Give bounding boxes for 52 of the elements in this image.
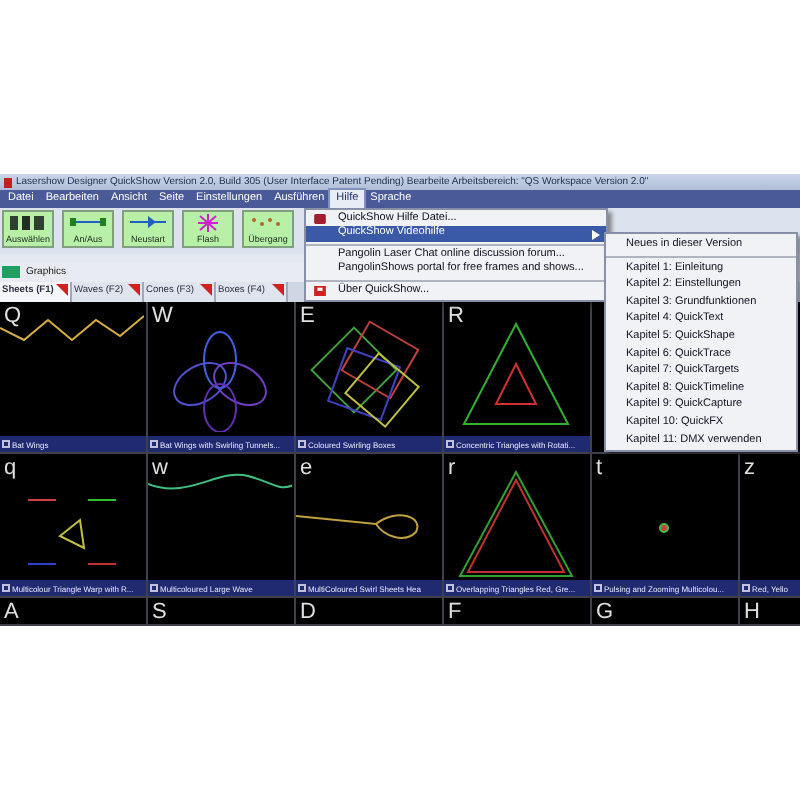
cue-key: A: [0, 602, 19, 624]
laser-triangle-warp-drawing: [27, 499, 117, 565]
logo-icon: [314, 285, 326, 296]
cue-cell[interactable]: F: [444, 598, 592, 626]
cue-cell[interactable]: H: [740, 598, 800, 626]
beam-icon: [128, 214, 168, 232]
corner-flag-icon: [56, 284, 68, 296]
corner-flag-icon: [200, 284, 212, 296]
cue-cell[interactable]: G: [592, 598, 740, 626]
cue-key: D: [296, 602, 316, 624]
cue-type-icon: [298, 440, 306, 448]
cue-key: W: [148, 306, 173, 328]
cue-cell[interactable]: A: [0, 598, 148, 626]
laser-triangles-drawing: [458, 469, 574, 577]
cue-type-icon: [446, 440, 454, 448]
cue-key: r: [444, 458, 456, 480]
laser-loop-drawing: [296, 514, 419, 539]
cue-cell[interactable]: D: [296, 598, 444, 626]
cue-key: G: [592, 602, 614, 624]
cue-type-icon: [742, 584, 750, 592]
cue-key: w: [148, 458, 168, 480]
cue-key: E: [296, 306, 315, 328]
app-icon: [4, 177, 12, 187]
cue-type-icon: [2, 440, 10, 448]
laser-wave-drawing: [148, 473, 292, 490]
corner-flag-icon: [272, 284, 284, 296]
cue-key: e: [296, 458, 313, 480]
submenu-arrow-icon: [592, 229, 600, 240]
cue-type-icon: [594, 584, 602, 592]
cue-key: H: [740, 602, 760, 624]
graphics-swatch: [2, 266, 20, 278]
figures-icon: [8, 214, 48, 232]
book-icon: [314, 214, 326, 224]
cue-key: F: [444, 602, 462, 624]
laser-dot-drawing: [659, 523, 669, 533]
cue-key: z: [740, 458, 755, 480]
cue-key: q: [0, 458, 17, 480]
laser-boxes-drawing: [310, 320, 421, 429]
cue-key: R: [444, 306, 464, 328]
cue-key: Q: [0, 306, 22, 328]
beam-icon: [68, 214, 108, 232]
cue-type-icon: [2, 584, 10, 592]
cue-type-icon: [150, 440, 158, 448]
cue-cell[interactable]: S: [148, 598, 296, 626]
laser-triangles-drawing: [462, 321, 570, 425]
cue-type-icon: [446, 584, 454, 592]
cue-key: S: [148, 602, 167, 624]
corner-flag-icon: [128, 284, 140, 296]
cue-type-icon: [150, 584, 158, 592]
cue-type-icon: [298, 584, 306, 592]
cue-key: t: [592, 458, 603, 480]
laser-flower-drawing: [173, 331, 267, 432]
